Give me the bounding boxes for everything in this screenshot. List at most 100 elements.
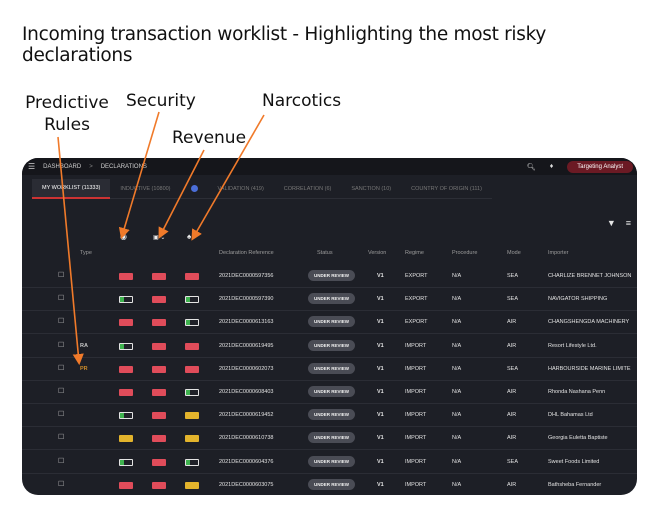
- breadcrumb-declarations: DECLARATIONS: [100, 163, 147, 170]
- importer: Sweet Foods Limited: [548, 458, 600, 465]
- bookmark-icon[interactable]: ☐: [58, 341, 64, 349]
- hamburger-icon[interactable]: ☰: [28, 162, 35, 171]
- column-header-status[interactable]: Status: [317, 250, 333, 256]
- top-bar: ☰ DASHBOARD > DECLARATIONS 🔍︎ ♦ Targetin…: [22, 158, 637, 175]
- breadcrumb-dashboard[interactable]: DASHBOARD: [43, 164, 81, 170]
- table-row[interactable]: ☐ 2021DEC0000603075 UNDER REVIEW V1 IMPORT N/…: [22, 474, 637, 495]
- tab-5[interactable]: SANCTION (10): [341, 180, 402, 199]
- table-row[interactable]: ☐ 2021DEC0000613163 UNDER REVIEW V1 EXPORT N/…: [22, 311, 637, 335]
- tab-4[interactable]: CORRELATION (6): [273, 180, 342, 199]
- column-header-declaration-reference[interactable]: Declaration Reference: [219, 250, 274, 256]
- money-icon[interactable]: ▣ ⌄: [153, 234, 165, 241]
- regime: IMPORT: [405, 412, 427, 419]
- status-badge: UNDER REVIEW: [308, 386, 356, 397]
- procedure: N/A: [452, 273, 462, 279]
- declaration-reference[interactable]: 2021DEC0000619452: [219, 412, 273, 418]
- bookmark-icon[interactable]: ☐: [58, 294, 64, 302]
- mode: AIR: [507, 342, 517, 349]
- mode: AIR: [507, 319, 517, 326]
- declaration-reference[interactable]: 2021DEC0000597356: [219, 273, 273, 279]
- procedure: N/A: [452, 458, 462, 465]
- importer: CHANGSHENGDA MACHINERY: [548, 319, 630, 326]
- table-row[interactable]: ☐ 2021DEC0000597356 UNDER REVIEW V1 EXPORT N/…: [22, 265, 637, 288]
- importer: DHL Bahamas Ltd: [548, 412, 593, 419]
- importer: Resort Lifestyle Ltd.: [548, 342, 597, 349]
- type-badge: PR: [80, 365, 88, 372]
- table-row[interactable]: ☐ 2021DEC0000597390 UNDER REVIEW V1 EXPORT N/…: [22, 288, 637, 312]
- declaration-reference[interactable]: 2021DEC0000604376: [219, 459, 273, 465]
- callout-predictive-rules: Predictive Rules: [25, 93, 109, 135]
- callout-narcotics: Narcotics: [262, 91, 342, 111]
- bookmark-icon[interactable]: ☐: [58, 457, 64, 465]
- list-settings-icon[interactable]: ≡: [626, 218, 631, 228]
- importer: Rhonda Nashana Penn: [548, 389, 606, 395]
- status-badge: UNDER REVIEW: [308, 409, 356, 421]
- rev-risk-indicator: [152, 365, 166, 373]
- column-header-importer[interactable]: Importer: [548, 250, 568, 256]
- procedure: N/A: [452, 342, 462, 349]
- table-row[interactable]: ☐ 2021DEC0000608403 UNDER REVIEW V1 IMPORT N/…: [22, 381, 637, 404]
- table-row[interactable]: ☐ 2021DEC0000604376 UNDER REVIEW V1 IMPORT N/…: [22, 451, 637, 474]
- nar-risk-indicator: [185, 342, 199, 350]
- table-row[interactable]: ☐ 2021DEC0000619452 UNDER REVIEW V1 IMPORT N/…: [22, 404, 637, 428]
- mode: AIR: [507, 435, 517, 442]
- tab-6[interactable]: COUNTRY OF ORIGIN (111): [401, 180, 492, 199]
- status-badge: UNDER REVIEW: [308, 270, 356, 281]
- rev-risk-indicator: [152, 319, 166, 327]
- procedure: N/A: [452, 365, 462, 372]
- bookmark-icon[interactable]: ☐: [58, 480, 64, 488]
- procedure: N/A: [452, 412, 462, 419]
- column-header-mode[interactable]: Mode: [507, 250, 521, 256]
- importer: Bathsheba Fernander: [548, 481, 602, 488]
- bell-icon[interactable]: ♦: [550, 163, 554, 170]
- procedure: N/A: [452, 389, 462, 395]
- callout-revenue: Revenue: [172, 128, 247, 148]
- bookmark-icon[interactable]: ☐: [58, 387, 64, 395]
- version: V1: [377, 273, 384, 279]
- filter-icon[interactable]: ▼: [607, 218, 616, 228]
- declaration-reference[interactable]: 2021DEC0000610738: [219, 435, 273, 441]
- column-header-type[interactable]: Type: [80, 250, 92, 256]
- bookmark-icon[interactable]: ☐: [58, 271, 64, 279]
- declaration-reference[interactable]: 2021DEC0000619495: [219, 343, 273, 349]
- declaration-reference[interactable]: 2021DEC0000603075: [219, 482, 273, 488]
- sec-risk-indicator: [119, 365, 133, 373]
- tab-3[interactable]: VALIDATION (419): [207, 180, 274, 199]
- column-header-procedure[interactable]: Procedure: [452, 250, 477, 256]
- table-row[interactable]: ☐ PR 2021DEC0000602073 UNDER REVIEW V1 IMPORT…: [22, 358, 637, 381]
- search-icon[interactable]: 🔍︎: [527, 163, 536, 171]
- sec-risk-indicator: [119, 458, 133, 466]
- nar-risk-indicator: [185, 389, 199, 396]
- version: V1: [377, 389, 384, 395]
- declaration-reference[interactable]: 2021DEC0000613163: [219, 319, 273, 325]
- tab-0[interactable]: MY WORKLIST (11333): [32, 179, 111, 199]
- bookmark-icon[interactable]: ☐: [58, 433, 64, 441]
- user-role-badge[interactable]: Targeting Analyst: [567, 160, 633, 173]
- table-row[interactable]: ☐ 2021DEC0000610738 UNDER REVIEW V1 IMPORT N/…: [22, 427, 637, 451]
- bookmark-icon[interactable]: ☐: [58, 410, 64, 418]
- column-header-version[interactable]: Version: [368, 250, 386, 256]
- bookmark-icon[interactable]: ☐: [58, 317, 64, 325]
- importer: NAVIGATOR SHIPPING: [548, 296, 608, 303]
- callout-security: Security: [126, 91, 196, 111]
- mode: SEA: [507, 273, 519, 279]
- rev-risk-indicator: [152, 342, 166, 350]
- mode: AIR: [507, 412, 517, 419]
- regime: EXPORT: [405, 273, 428, 279]
- tab-1[interactable]: INDUCTIVE (10800): [110, 180, 181, 199]
- sec-risk-indicator: [119, 481, 133, 489]
- status-badge: UNDER REVIEW: [308, 293, 356, 305]
- breadcrumb-separator: >: [89, 163, 93, 170]
- mode: SEA: [507, 296, 519, 303]
- shield-icon: ◉: [120, 232, 127, 241]
- tab-2[interactable]: [180, 179, 208, 199]
- nar-risk-indicator: [185, 458, 199, 466]
- version: V1: [377, 458, 384, 465]
- bookmark-icon[interactable]: ☐: [58, 364, 64, 372]
- declaration-reference[interactable]: 2021DEC0000602073: [219, 366, 273, 372]
- declaration-reference[interactable]: 2021DEC0000597390: [219, 296, 273, 302]
- table-row[interactable]: ☐ RA 2021DEC0000619495 UNDER REVIEW V1 IMPORT…: [22, 335, 637, 358]
- column-header-regime[interactable]: Regime: [405, 250, 424, 256]
- version: V1: [377, 342, 384, 349]
- declaration-reference[interactable]: 2021DEC0000608403: [219, 389, 273, 395]
